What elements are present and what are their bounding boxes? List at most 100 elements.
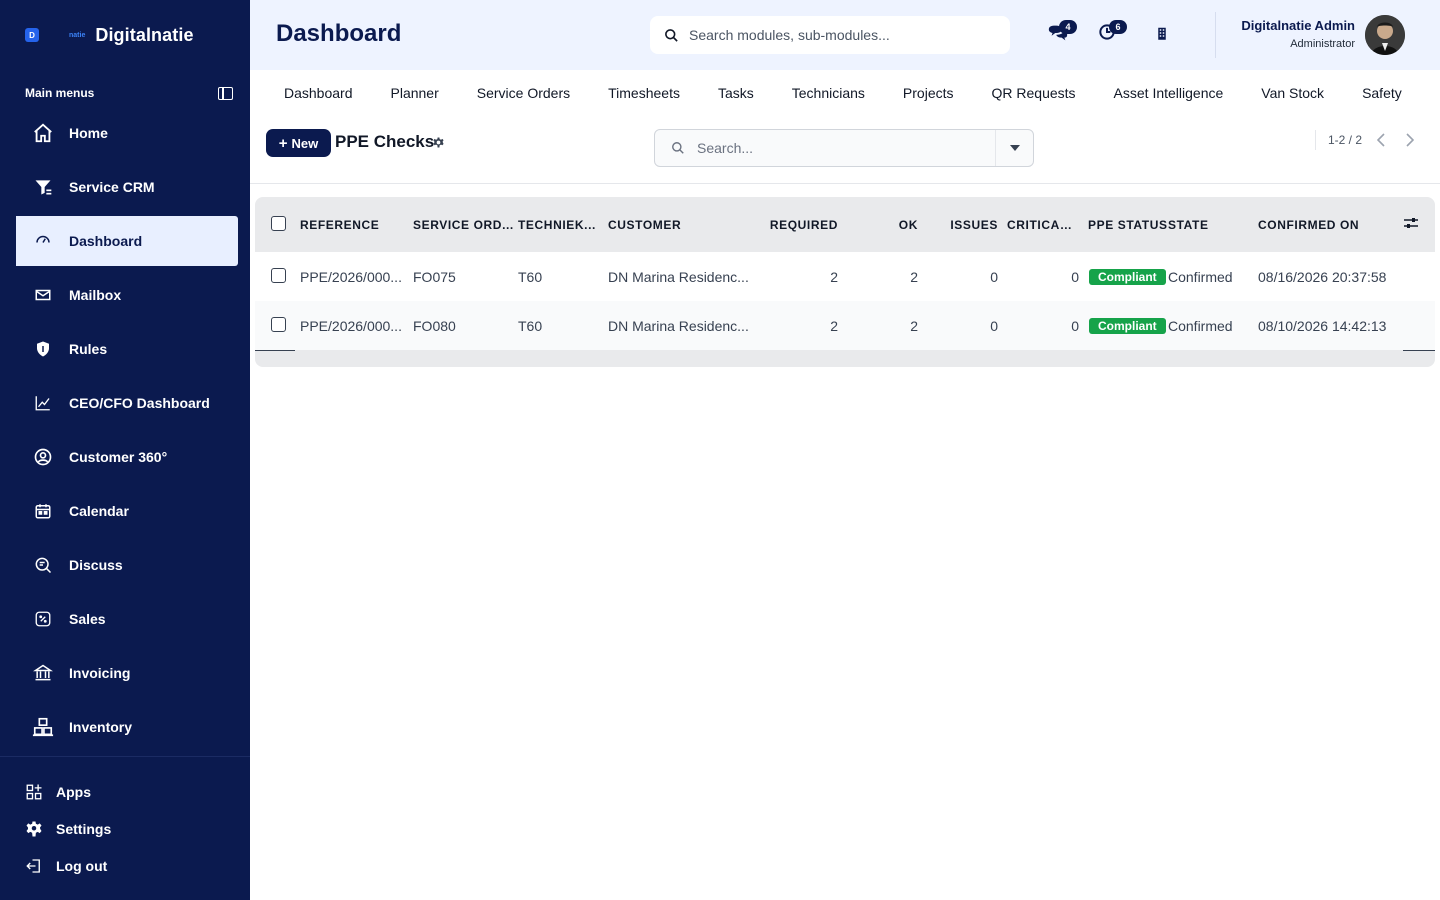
sliders-icon xyxy=(1404,218,1418,228)
table-row[interactable]: PPE/2026/000... FO080 T60 DN Marina Resi… xyxy=(255,301,1435,350)
sidebar-item-discuss[interactable]: Discuss xyxy=(12,540,238,590)
cell-technician: T60 xyxy=(518,317,543,334)
column-header-ok[interactable]: OK xyxy=(838,197,918,252)
settings-button[interactable]: Settings xyxy=(24,819,111,839)
row-checkbox[interactable] xyxy=(271,316,286,332)
gear-icon[interactable] xyxy=(433,137,444,148)
sidebar-collapse-icon[interactable] xyxy=(218,86,233,100)
user-name[interactable]: Digitalnatie Admin xyxy=(1241,18,1355,33)
table-scroll-edge xyxy=(255,350,295,351)
cell-critical: 0 xyxy=(1071,268,1079,285)
mail-icon xyxy=(32,284,54,306)
brand-logo[interactable]: D natie Digitalnatie xyxy=(25,22,194,48)
avatar[interactable] xyxy=(1365,15,1405,55)
sidebar-item-sales[interactable]: Sales xyxy=(12,594,238,644)
column-header-state[interactable]: STATE xyxy=(1168,197,1258,252)
column-header-issues[interactable]: ISSUES xyxy=(918,197,998,252)
select-all-checkbox[interactable] xyxy=(271,215,286,231)
sidebar-item-rules[interactable]: Rules xyxy=(12,324,238,374)
logout-button[interactable]: Log out xyxy=(24,856,107,876)
tab-projects[interactable]: Projects xyxy=(903,85,954,101)
column-header-customer[interactable]: CUSTOMER xyxy=(608,197,763,252)
header-divider xyxy=(1215,12,1216,58)
page-title: Dashboard xyxy=(276,20,402,47)
tab-dashboard[interactable]: Dashboard xyxy=(284,85,353,101)
sidebar-item-dashboard[interactable]: Dashboard xyxy=(12,216,238,266)
sidebar-item-label: Sales xyxy=(69,611,106,627)
column-header-service-order[interactable]: SERVICE ORD... xyxy=(413,197,518,252)
sidebar-item-service-crm[interactable]: Service CRM xyxy=(12,162,238,212)
tab-technicians[interactable]: Technicians xyxy=(792,85,865,101)
bank-icon xyxy=(32,662,54,684)
cell-issues: 0 xyxy=(990,268,998,285)
new-button[interactable]: + New xyxy=(266,129,331,157)
column-header-reference[interactable]: REFERENCE xyxy=(300,197,413,252)
ppe-checks-table: REFERENCE SERVICE ORD... TECHNIEK... CUS… xyxy=(255,197,1435,367)
cell-state: Confirmed xyxy=(1168,268,1233,285)
cell-confirmed-on: 08/10/2026 14:42:13 xyxy=(1258,317,1387,334)
tab-safety[interactable]: Safety xyxy=(1362,85,1402,101)
cell-customer: DN Marina Residenc... xyxy=(608,317,749,334)
list-search-input[interactable] xyxy=(697,140,977,156)
global-search[interactable] xyxy=(650,16,1010,54)
sidebar-item-inventory[interactable]: Inventory xyxy=(12,702,238,752)
sidebar-item-invoicing[interactable]: Invoicing xyxy=(12,648,238,698)
tab-planner[interactable]: Planner xyxy=(391,85,439,101)
calendar-icon xyxy=(32,500,54,522)
column-header-confirmed-on[interactable]: CONFIRMED ON xyxy=(1258,197,1403,252)
sidebar-item-label: Invoicing xyxy=(69,665,131,681)
status-badge: Compliant xyxy=(1089,318,1166,334)
plus-icon: + xyxy=(278,134,288,152)
pager-value[interactable]: 1-2 / 2 xyxy=(1328,133,1362,147)
cell-ok: 2 xyxy=(910,268,918,285)
sidebar-item-home[interactable]: Home xyxy=(12,108,238,158)
cell-reference: PPE/2026/000... xyxy=(300,317,402,334)
tab-qr-requests[interactable]: QR Requests xyxy=(992,85,1076,101)
row-checkbox[interactable] xyxy=(271,267,286,283)
column-header-critical[interactable]: CRITICAL ... xyxy=(998,197,1079,252)
brand-badge: D xyxy=(25,28,39,42)
discuss-icon xyxy=(32,554,54,576)
column-header-required[interactable]: REQUIRED xyxy=(763,197,838,252)
tab-van-stock[interactable]: Van Stock xyxy=(1261,85,1324,101)
sidebar-item-label: Rules xyxy=(69,341,108,357)
search-icon xyxy=(672,142,684,154)
main-menus-label: Main menus xyxy=(25,86,95,100)
top-header: Dashboard 4 6 Digitalnatie Admin Adminis… xyxy=(250,0,1440,70)
optional-columns-toggle[interactable] xyxy=(1403,197,1435,252)
tab-asset-intelligence[interactable]: Asset Intelligence xyxy=(1114,85,1224,101)
apps-icon xyxy=(24,782,44,802)
global-search-input[interactable] xyxy=(689,27,989,43)
funnel-icon xyxy=(32,176,54,198)
column-header-technician[interactable]: TECHNIEK... xyxy=(518,197,608,252)
cell-critical: 0 xyxy=(1071,317,1079,334)
user-role: Administrator xyxy=(1290,38,1355,50)
table-header-row: REFERENCE SERVICE ORD... TECHNIEK... CUS… xyxy=(255,197,1435,252)
pager-next-button[interactable] xyxy=(1402,132,1418,148)
sidebar-item-customer-360[interactable]: Customer 360° xyxy=(12,432,238,482)
percent-icon xyxy=(32,608,54,630)
sidebar-item-mailbox[interactable]: Mailbox xyxy=(12,270,238,320)
tab-tasks[interactable]: Tasks xyxy=(718,85,754,101)
chevron-right-icon xyxy=(1406,133,1414,147)
table-row[interactable]: PPE/2026/000... FO075 T60 DN Marina Resi… xyxy=(255,252,1435,301)
sidebar-item-label: Home xyxy=(69,125,108,141)
list-search[interactable] xyxy=(654,129,1034,167)
search-options-toggle[interactable] xyxy=(995,130,1033,166)
sidebar-item-ceo-cfo-dashboard[interactable]: CEO/CFO Dashboard xyxy=(12,378,238,428)
apps-button[interactable]: Apps xyxy=(24,782,91,802)
messages-button[interactable]: 4 xyxy=(1047,20,1077,46)
sidebar-item-label: Discuss xyxy=(69,557,123,573)
column-header-ppe-status[interactable]: PPE STATUS xyxy=(1079,197,1168,252)
table-scroll-edge xyxy=(1403,350,1435,351)
activities-button[interactable]: 6 xyxy=(1097,20,1127,46)
sidebar-item-label: Service CRM xyxy=(69,179,155,195)
sidebar-item-calendar[interactable]: Calendar xyxy=(12,486,238,536)
cell-service-order: FO080 xyxy=(413,317,456,334)
chevron-left-icon xyxy=(1377,133,1385,147)
status-badge: Compliant xyxy=(1089,269,1166,285)
company-button[interactable] xyxy=(1153,22,1177,46)
tab-timesheets[interactable]: Timesheets xyxy=(608,85,680,101)
pager-previous-button[interactable] xyxy=(1373,132,1389,148)
tab-service-orders[interactable]: Service Orders xyxy=(477,85,570,101)
